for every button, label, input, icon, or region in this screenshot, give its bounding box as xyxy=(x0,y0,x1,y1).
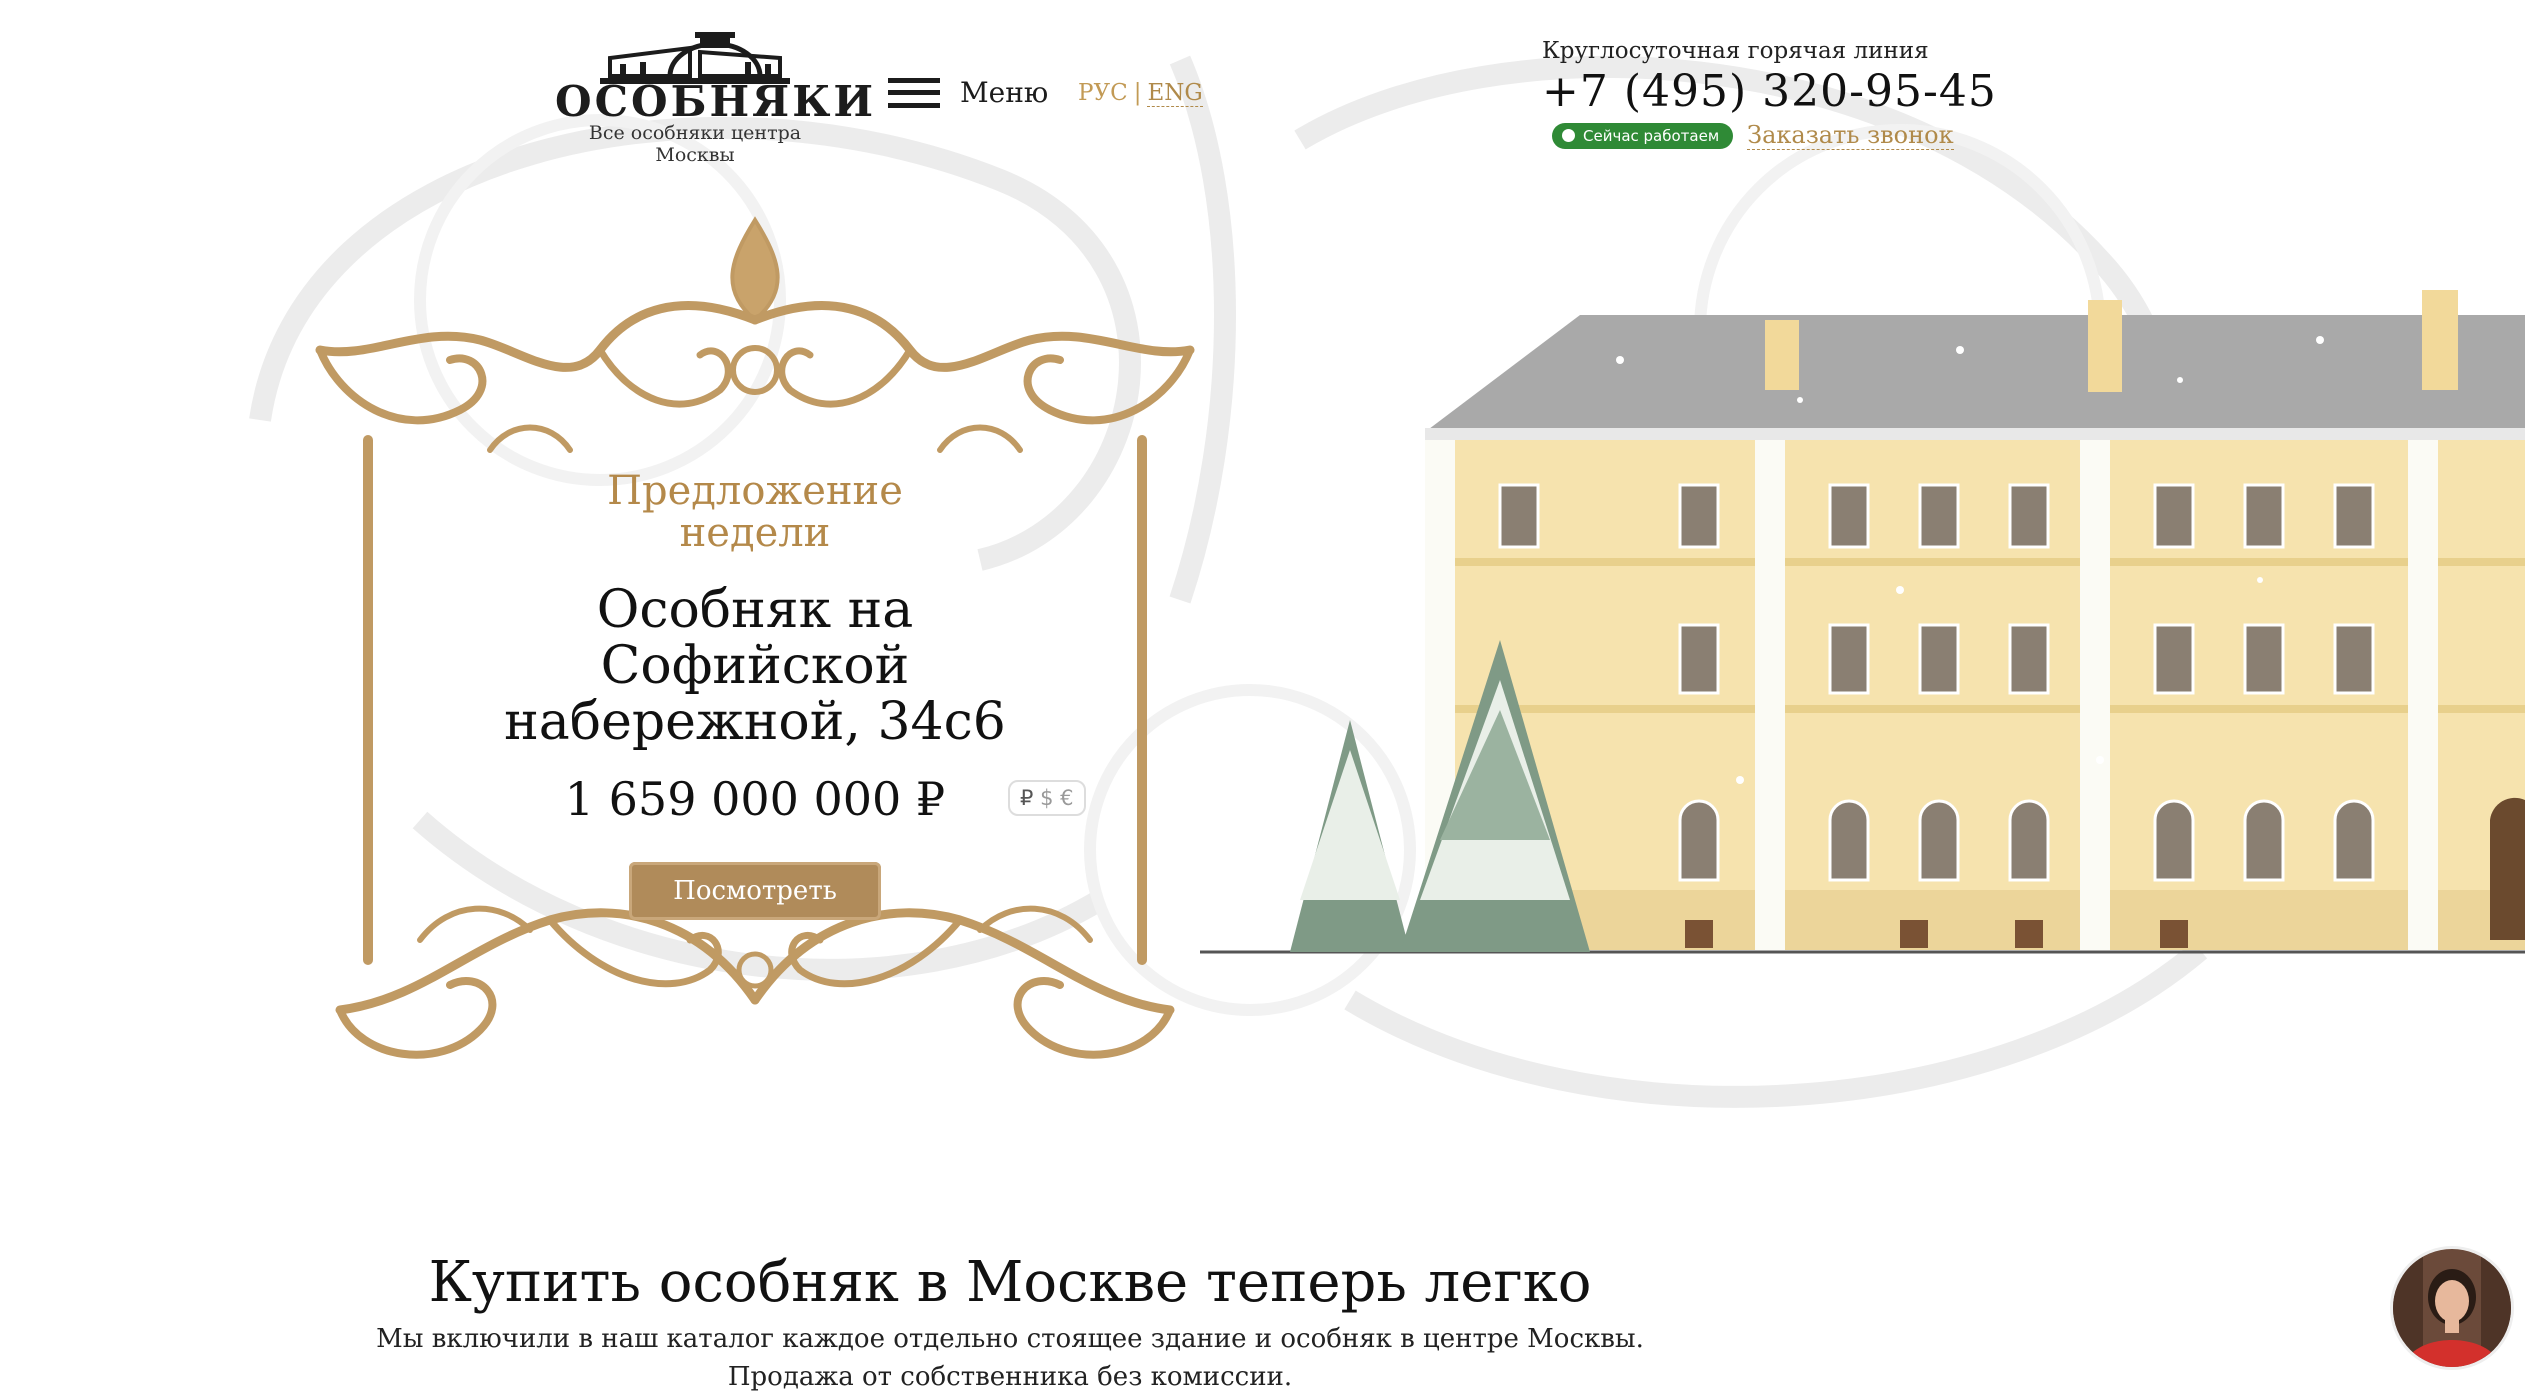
currency-eur[interactable]: € xyxy=(1060,786,1073,810)
logo-subtitle: Все особняки центра Москвы xyxy=(588,122,802,166)
view-button[interactable]: Посмотреть xyxy=(629,862,881,920)
hotline-phone[interactable]: +7 (495) 320-95-45 xyxy=(1542,66,1997,117)
lang-separator: | xyxy=(1133,80,1142,106)
lang-en[interactable]: ENG xyxy=(1147,80,1203,107)
promo-headline: Купить особняк в Москве теперь легко xyxy=(428,1250,1592,1315)
status-text: Сейчас работаем xyxy=(1583,126,1720,145)
language-switcher: РУС | ENG xyxy=(1078,80,1203,107)
promo-line-2: Продажа от собственника без комиссии. xyxy=(727,1362,1293,1392)
status-badge: Сейчас работаем xyxy=(1552,122,1734,149)
site-logo[interactable]: ОСОБНЯКИ Все особняки центра Москвы xyxy=(555,28,877,166)
chat-avatar[interactable] xyxy=(2390,1246,2514,1370)
menu-button[interactable]: Меню xyxy=(888,76,1048,109)
offer-card: Предложение недели Особняк на Софийской … xyxy=(380,470,1130,920)
lang-ru[interactable]: РУС xyxy=(1078,80,1128,106)
logo-text: ОСОБНЯКИ xyxy=(555,77,877,126)
status-dot-icon xyxy=(1562,129,1575,142)
mansion-illustration xyxy=(1200,290,2525,954)
currency-switcher[interactable]: ₽ $ € xyxy=(1008,780,1086,816)
hamburger-icon xyxy=(888,77,940,108)
consultant-photo xyxy=(2393,1249,2511,1367)
promo-subtext: Мы включили в наш каталог каждое отдельн… xyxy=(0,1320,2020,1396)
hotline-label: Круглосуточная горячая линия xyxy=(1542,38,1929,64)
currency-rub[interactable]: ₽ xyxy=(1020,786,1033,810)
hotline-block: Круглосуточная горячая линия +7 (495) 32… xyxy=(1542,38,1997,150)
currency-usd[interactable]: $ xyxy=(1040,786,1053,810)
offer-price: 1 659 000 000 ₽ xyxy=(564,772,946,826)
offer-kicker: Предложение недели xyxy=(607,468,903,556)
menu-label: Меню xyxy=(960,76,1049,109)
callback-link[interactable]: Заказать звонок xyxy=(1747,121,1954,150)
promo-line-1: Мы включили в наш каталог каждое отдельн… xyxy=(376,1324,1644,1354)
offer-title[interactable]: Особняк на Софийской набережной, 34с6 xyxy=(435,582,1075,750)
